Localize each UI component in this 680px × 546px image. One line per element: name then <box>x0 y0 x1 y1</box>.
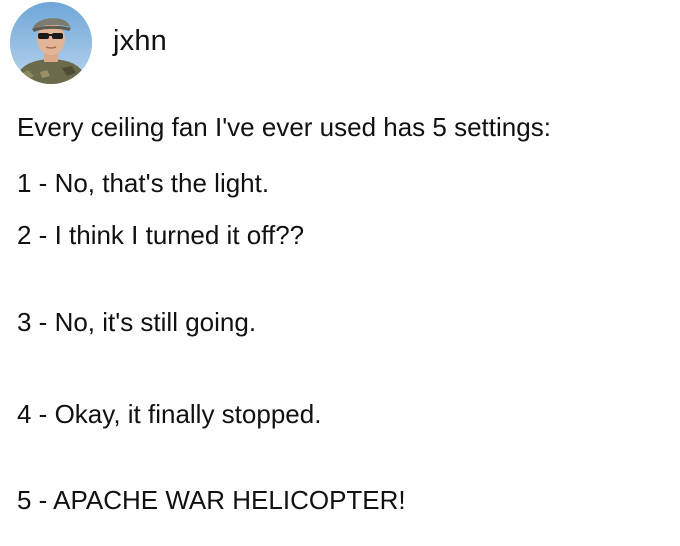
post-header: jxhn <box>10 2 167 84</box>
setting-line-1: 1 - No, that's the light. <box>17 168 270 198</box>
post: jxhn Every ceiling fan I've ever used ha… <box>0 0 680 546</box>
setting-line-3: 3 - No, it's still going. <box>17 307 257 337</box>
profile-photo-icon <box>10 2 92 84</box>
avatar[interactable] <box>10 2 92 84</box>
username[interactable]: jxhn <box>113 25 167 58</box>
setting-line-2: 2 - I think I turned it off?? <box>17 220 305 250</box>
setting-line-4: 4 - Okay, it finally stopped. <box>17 399 322 429</box>
setting-line-5: 5 - APACHE WAR HELICOPTER! <box>17 485 406 515</box>
post-intro-text: Every ceiling fan I've ever used has 5 s… <box>17 112 551 142</box>
